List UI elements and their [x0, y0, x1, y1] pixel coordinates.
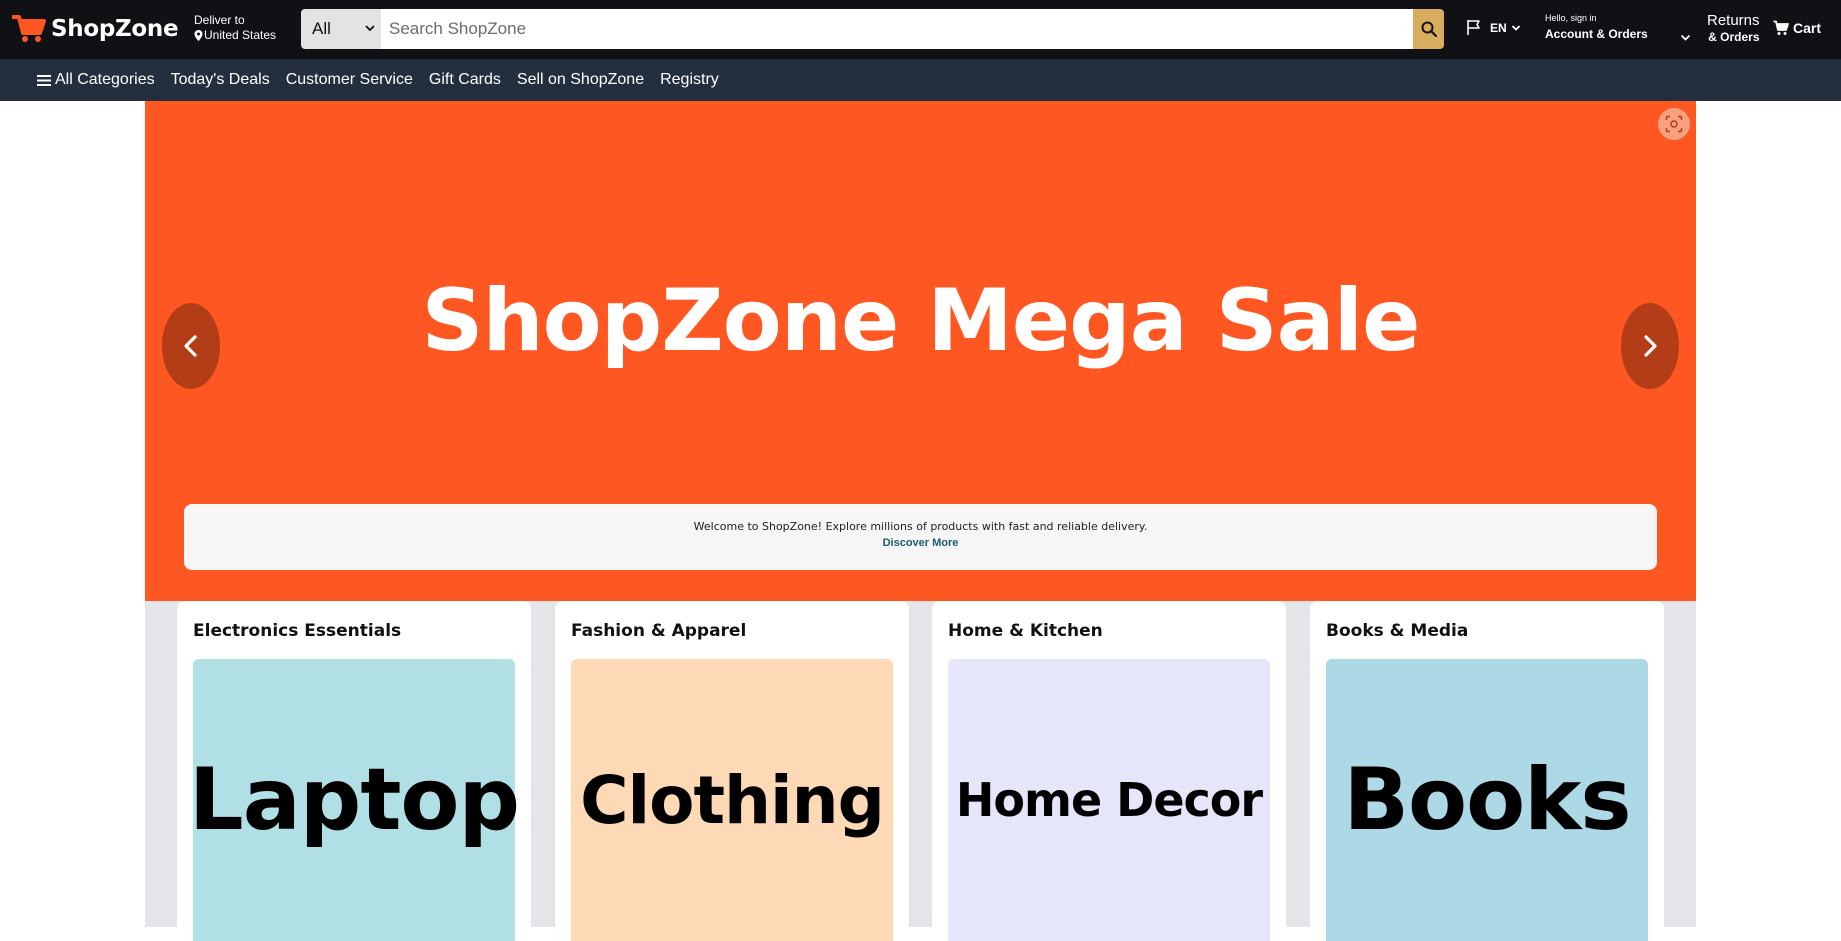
search-icon [1421, 21, 1437, 37]
main-content: ShopZone Mega Sale Welcome to ShopZone! … [145, 101, 1696, 941]
greeting-text: Hello, sign in [1545, 13, 1597, 23]
category-tile[interactable]: Clothing [571, 659, 893, 941]
nav-item-label: Registry [660, 71, 719, 88]
category-card-fashion[interactable]: Fashion & Apparel Clothing [555, 601, 909, 941]
category-tile-label: Home Decor [955, 773, 1263, 827]
nav-item-label: Today's Deals [170, 71, 270, 88]
camera-lens-icon [1665, 115, 1683, 133]
nav-gift-cards[interactable]: Gift Cards [429, 71, 501, 89]
nav-all-categories[interactable]: All Categories [37, 71, 155, 89]
category-card-home[interactable]: Home & Kitchen Home Decor [932, 601, 1286, 941]
lens-button[interactable] [1658, 108, 1690, 140]
category-card-books[interactable]: Books & Media Books [1310, 601, 1664, 941]
welcome-message: Welcome to ShopZone! Explore millions of… [693, 520, 1148, 533]
chevron-down-icon [365, 25, 375, 32]
search-button[interactable] [1413, 9, 1444, 49]
returns-label: Returns [1707, 12, 1760, 29]
nav-item-label: Customer Service [285, 71, 413, 88]
hero-title: ShopZone Mega Sale [421, 271, 1421, 371]
category-tile[interactable]: Home Decor [948, 659, 1270, 941]
category-card-title: Home & Kitchen [948, 621, 1103, 641]
nav-item-label: Sell on ShopZone [516, 71, 645, 88]
location-pin-icon [194, 30, 203, 41]
discover-more-link[interactable]: Discover More [184, 535, 1657, 551]
search-category-select[interactable]: All [301, 9, 381, 49]
account-label: Account & Orders [1545, 27, 1648, 41]
category-tile[interactable]: Laptop [189, 659, 520, 941]
returns-orders-link[interactable]: Returns & Orders [1707, 12, 1760, 45]
deliver-label: Deliver to [194, 13, 245, 27]
carousel-prev-button[interactable] [162, 303, 220, 389]
deliver-location: United States [204, 28, 277, 42]
category-tile-label: Laptop [188, 750, 520, 850]
cart-icon [1773, 20, 1789, 35]
top-header: ShopZone Deliver to United States All EN… [0, 0, 1841, 59]
cart-label: Cart [1793, 20, 1822, 36]
category-card-title: Fashion & Apparel [571, 621, 747, 641]
category-card-title: Electronics Essentials [193, 621, 402, 641]
logo[interactable]: ShopZone [12, 12, 179, 46]
nav-sell[interactable]: Sell on ShopZone [517, 71, 644, 89]
chevron-down-icon [1680, 34, 1691, 41]
category-tile[interactable]: Books [1326, 659, 1648, 941]
category-card-title: Books & Media [1326, 621, 1469, 641]
carousel-next-button[interactable] [1621, 303, 1679, 389]
language-selector[interactable]: EN [1466, 19, 1521, 36]
nav-item-label: Gift Cards [428, 71, 501, 88]
chevron-right-icon [1644, 335, 1657, 357]
search-category-value: All [312, 19, 331, 38]
nav-todays-deals[interactable]: Today's Deals [171, 71, 270, 89]
nav-customer-service[interactable]: Customer Service [286, 71, 413, 89]
shopping-cart-icon [12, 15, 46, 42]
logo-text: ShopZone [51, 16, 179, 42]
flag-icon [1467, 20, 1480, 35]
chevron-left-icon [184, 335, 197, 357]
account-menu[interactable]: Hello, sign in Account & Orders [1545, 13, 1691, 42]
hamburger-menu-icon [37, 74, 51, 86]
nav-item-label: All Categories [55, 71, 155, 88]
deliver-to[interactable]: Deliver to United States [194, 13, 276, 43]
cart-button[interactable]: Cart [1773, 20, 1821, 36]
category-card-electronics[interactable]: Electronics Essentials Laptop [177, 601, 531, 941]
category-nav: All Categories Today's Deals Customer Se… [0, 59, 1841, 101]
category-tile-label: Clothing [580, 761, 885, 839]
orders-label: & Orders [1708, 30, 1760, 44]
hero-banner: ShopZone Mega Sale Welcome to ShopZone! … [145, 101, 1696, 601]
chevron-down-icon [1511, 24, 1520, 31]
language-code: EN [1490, 20, 1507, 35]
search-bar: All [301, 9, 1444, 49]
nav-registry[interactable]: Registry [660, 71, 719, 89]
search-input[interactable] [381, 9, 1413, 49]
welcome-banner: Welcome to ShopZone! Explore millions of… [184, 504, 1657, 570]
category-tile-label: Books [1343, 750, 1631, 850]
